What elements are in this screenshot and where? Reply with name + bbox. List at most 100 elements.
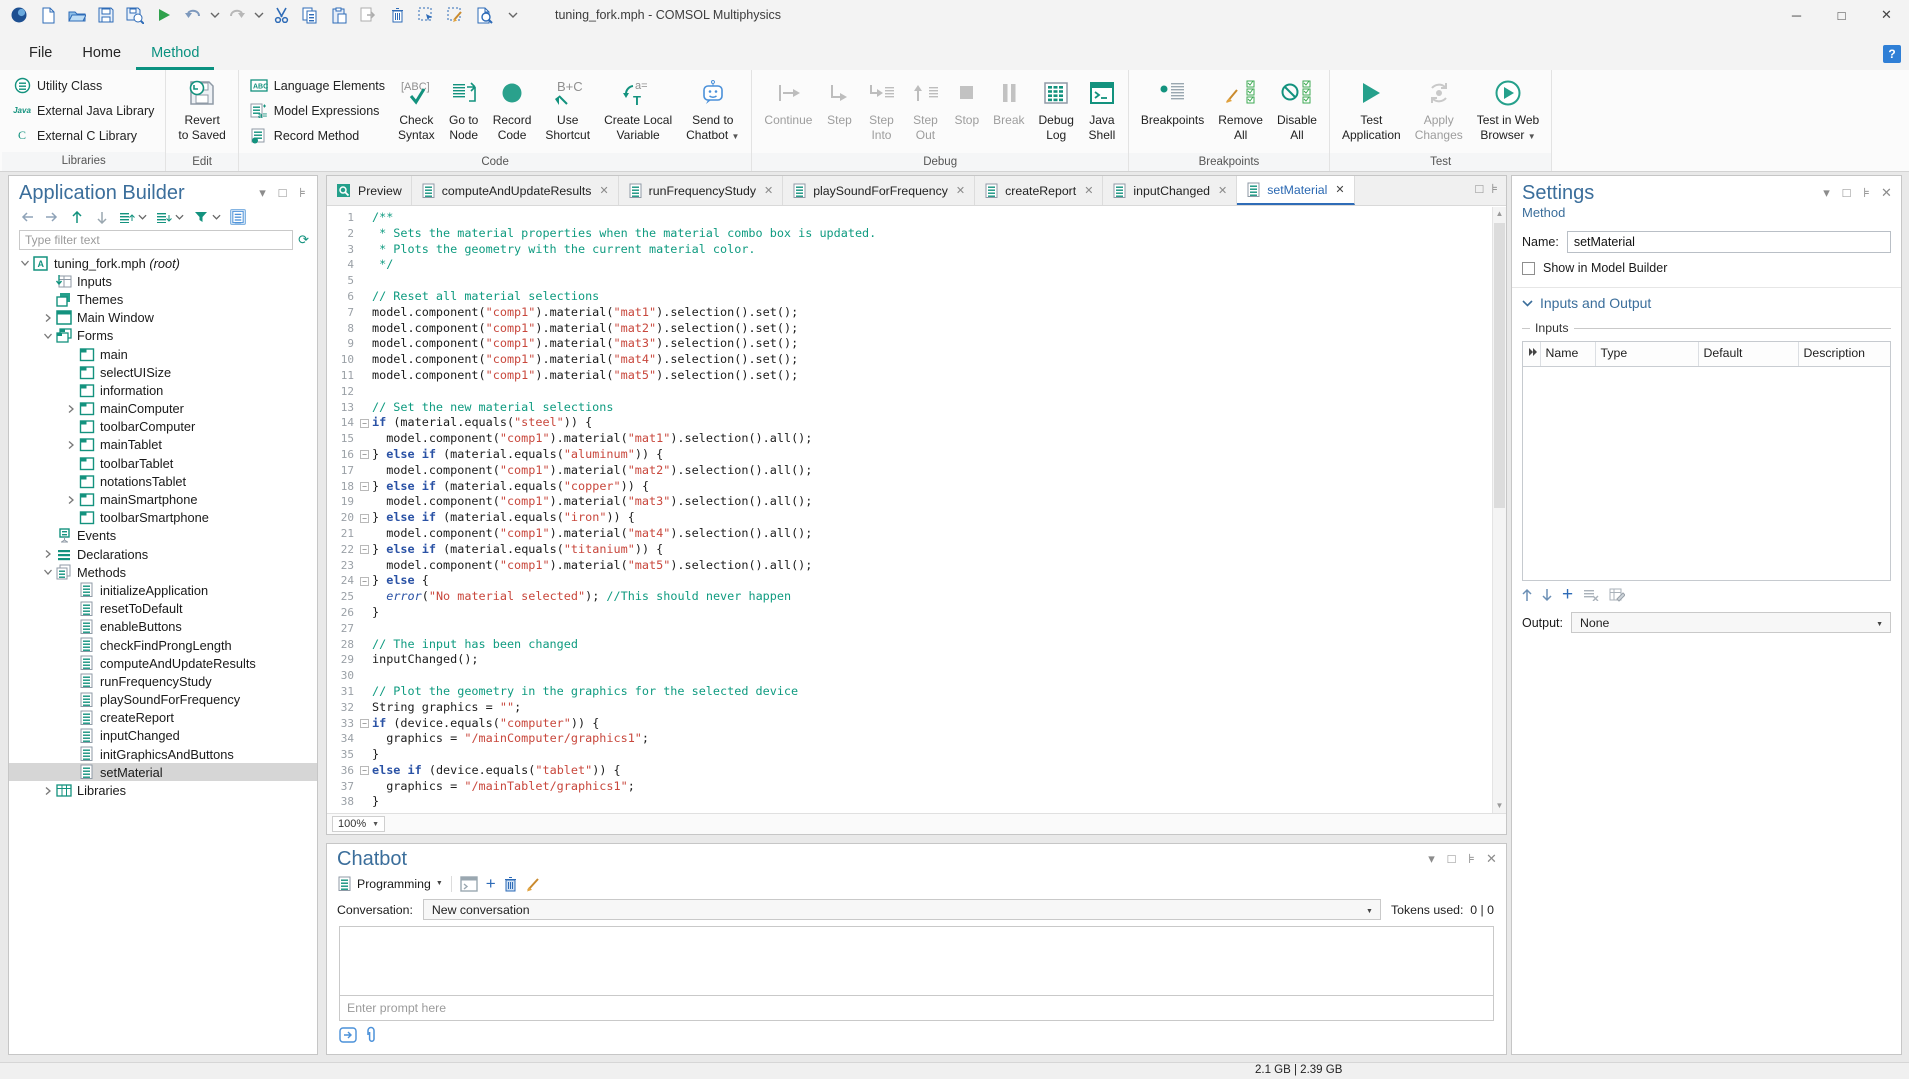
method-name-field[interactable]: [1567, 231, 1891, 253]
delete-conversation-icon[interactable]: [504, 876, 517, 892]
ribbon-button-java-shell[interactable]: JavaShell: [1081, 72, 1123, 153]
ribbon-button-check-syntax[interactable]: [ABC]CheckSyntax: [391, 72, 442, 153]
ribbon-button-breakpoints[interactable]: Breakpoints: [1134, 72, 1211, 153]
ribbon-button-go-to-node[interactable]: Go toNode: [442, 72, 486, 153]
close-tab-icon[interactable]: ✕: [599, 184, 608, 197]
inputs-table[interactable]: NameTypeDefaultDescriptionUnit: [1522, 341, 1891, 581]
cut-icon[interactable]: [268, 2, 294, 28]
ribbon-button-debug-log[interactable]: DebugLog: [1032, 72, 1081, 153]
toggle-editor-tools-icon[interactable]: [230, 209, 246, 225]
ribbon-button-record-code[interactable]: RecordCode: [486, 72, 539, 153]
close-tab-icon[interactable]: ✕: [1218, 184, 1227, 197]
open-shell-icon[interactable]: [460, 876, 478, 892]
ribbon-button-test-in-web-browser[interactable]: Test in WebBrowser ▼: [1470, 72, 1546, 153]
close-tab-icon[interactable]: ✕: [1084, 184, 1093, 197]
tree-item-resettodefault[interactable]: resetToDefault: [9, 600, 317, 618]
minimize-icon[interactable]: ─: [1774, 0, 1819, 30]
expander-closed-icon[interactable]: [63, 440, 78, 450]
save-icon[interactable]: [93, 2, 119, 28]
expander-closed-icon[interactable]: [40, 786, 55, 796]
tree-item-maintablet[interactable]: mainTablet: [9, 436, 317, 454]
panel-float-icon[interactable]: □: [1475, 181, 1483, 197]
delete-icon[interactable]: [384, 2, 410, 28]
tree-item-inputchanged[interactable]: inputChanged: [9, 727, 317, 745]
output-select[interactable]: None ▼: [1571, 612, 1891, 633]
panel-collapse-icon[interactable]: ▾: [1425, 852, 1438, 865]
filter-icon[interactable]: [193, 209, 209, 225]
edit-table-icon[interactable]: [1609, 587, 1625, 602]
tree-item-initgraphicsandbuttons[interactable]: initGraphicsAndButtons: [9, 745, 317, 763]
ribbon-button-language-elements[interactable]: ABCLanguage Elements: [244, 73, 391, 98]
move-up-icon[interactable]: [69, 209, 85, 225]
zoom-level-select[interactable]: 100% ▼: [332, 816, 385, 832]
go-back-icon[interactable]: [19, 209, 35, 225]
tree-item-initializeapplication[interactable]: initializeApplication: [9, 581, 317, 599]
delete-input-icon[interactable]: [1583, 588, 1599, 601]
duplicate-icon[interactable]: [355, 2, 381, 28]
ribbon-button-create-local-variable[interactable]: a=TCreate LocalVariable: [597, 72, 679, 153]
editor-scrollbar[interactable]: ▲ ▼: [1492, 207, 1506, 813]
ribbon-button-stop[interactable]: Stop: [947, 72, 986, 153]
new-file-icon[interactable]: [35, 2, 61, 28]
panel-float-icon[interactable]: □: [1445, 852, 1458, 865]
tree-item-enablebuttons[interactable]: enableButtons: [9, 618, 317, 636]
tree-item-playsoundforfrequency[interactable]: playSoundForFrequency: [9, 691, 317, 709]
panel-pin-icon[interactable]: ⊧: [296, 186, 309, 199]
chevron-down-icon[interactable]: [175, 209, 184, 225]
redo-icon[interactable]: [224, 2, 250, 28]
tree-item-notationstablet[interactable]: notationsTablet: [9, 472, 317, 490]
editor-tab-inputchanged[interactable]: inputChanged✕: [1103, 176, 1237, 205]
tree-item-tuning-fork-mph[interactable]: Atuning_fork.mph (root): [9, 254, 317, 272]
tree-item-methods[interactable]: Methods: [9, 563, 317, 581]
chevron-down-icon[interactable]: [500, 2, 526, 28]
expand-all-icon[interactable]: [119, 209, 135, 225]
tree-item-libraries[interactable]: Libraries: [9, 781, 317, 799]
ribbon-button-external-java-library[interactable]: JavaExternal Java Library: [7, 98, 160, 123]
tree-item-main[interactable]: main: [9, 345, 317, 363]
new-conversation-icon[interactable]: +: [486, 879, 496, 889]
ribbon-button-external-c-library[interactable]: CExternal C Library: [7, 123, 160, 148]
close-tab-icon[interactable]: ✕: [1335, 183, 1344, 196]
tree-item-checkfindpronglength[interactable]: checkFindProngLength: [9, 636, 317, 654]
ribbon-button-remove-all[interactable]: RemoveAll: [1211, 72, 1270, 153]
undo-icon[interactable]: [180, 2, 206, 28]
ribbon-button-continue[interactable]: Continue: [757, 72, 819, 153]
tree-item-computeandupdateresults[interactable]: computeAndUpdateResults: [9, 654, 317, 672]
panel-close-icon[interactable]: ✕: [1880, 186, 1893, 199]
close-tab-icon[interactable]: ✕: [956, 184, 965, 197]
ribbon-button-send-to-chatbot[interactable]: Send toChatbot ▼: [679, 72, 746, 153]
editor-tab-computeandupdateresults[interactable]: computeAndUpdateResults✕: [412, 176, 619, 205]
attach-file-icon[interactable]: [365, 1026, 377, 1044]
scroll-down-icon[interactable]: ▼: [1493, 799, 1506, 813]
scroll-up-icon[interactable]: ▲: [1493, 207, 1506, 221]
tree-item-themes[interactable]: Themes: [9, 290, 317, 308]
tree-item-toolbartablet[interactable]: toolbarTablet: [9, 454, 317, 472]
chatbot-mode-select[interactable]: Programming ▼: [337, 876, 443, 892]
filter-input[interactable]: [19, 230, 293, 250]
tree-item-createreport[interactable]: createReport: [9, 709, 317, 727]
tree-item-maincomputer[interactable]: mainComputer: [9, 400, 317, 418]
panel-close-icon[interactable]: ✕: [1485, 852, 1498, 865]
ribbon-tab-file[interactable]: File: [14, 45, 67, 70]
move-down-icon[interactable]: [1542, 588, 1552, 602]
save-as-icon[interactable]: [122, 2, 148, 28]
ribbon-tab-method[interactable]: Method: [136, 45, 214, 70]
send-prompt-icon[interactable]: [339, 1027, 357, 1043]
tree-item-main-window[interactable]: Main Window: [9, 309, 317, 327]
editor-tab-setmaterial[interactable]: setMaterial✕: [1237, 176, 1354, 205]
column-header-default[interactable]: Default: [1698, 342, 1798, 367]
open-folder-icon[interactable]: [64, 2, 90, 28]
code-editor[interactable]: 1/**2 * Sets the material properties whe…: [327, 207, 1492, 813]
move-down-icon[interactable]: [94, 209, 110, 225]
ribbon-button-step[interactable]: Step: [819, 72, 859, 153]
column-header-type[interactable]: Type: [1595, 342, 1698, 367]
run-icon[interactable]: [151, 2, 177, 28]
ribbon-button-apply-changes[interactable]: ApplyChanges: [1408, 72, 1470, 153]
scrollbar-thumb[interactable]: [1494, 223, 1505, 508]
ribbon-button-break[interactable]: Break: [986, 72, 1031, 153]
expander-closed-icon[interactable]: [40, 313, 55, 323]
tree-item-mainsmartphone[interactable]: mainSmartphone: [9, 490, 317, 508]
tree-item-information[interactable]: information: [9, 381, 317, 399]
help-icon[interactable]: ?: [1883, 45, 1901, 63]
editor-tab-playsoundforfrequency[interactable]: playSoundForFrequency✕: [783, 176, 975, 205]
